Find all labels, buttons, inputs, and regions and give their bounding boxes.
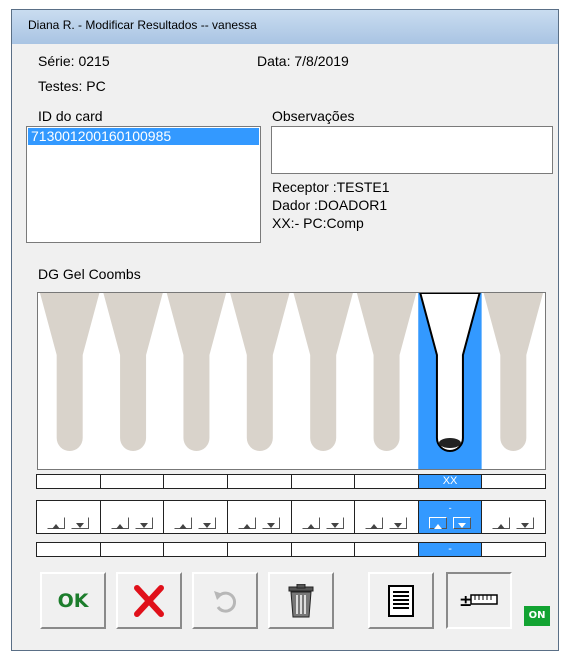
bottom-cell-8[interactable] bbox=[481, 542, 546, 557]
result-cell-6[interactable] bbox=[354, 474, 419, 489]
increase-arrow-icon[interactable] bbox=[428, 517, 447, 529]
xx-result-text: XX:- PC:Comp bbox=[272, 215, 364, 231]
result-cell-5[interactable] bbox=[290, 474, 356, 489]
gel-well-3[interactable] bbox=[166, 293, 227, 451]
bottom-cell-7[interactable]: - bbox=[417, 542, 483, 557]
increase-arrow-icon[interactable] bbox=[365, 517, 384, 529]
card-id-listbox[interactable]: 713001200160100985 bbox=[26, 126, 261, 243]
gel-well-2[interactable] bbox=[103, 293, 163, 451]
result-cell-1[interactable] bbox=[36, 474, 101, 489]
observacoes-label: Observações bbox=[272, 108, 355, 124]
undo-button[interactable] bbox=[192, 572, 258, 629]
card-id-label: ID do card bbox=[38, 108, 103, 124]
bottom-cell-5[interactable] bbox=[290, 542, 356, 557]
decrease-arrow-icon[interactable] bbox=[516, 517, 535, 529]
document-list-icon bbox=[388, 584, 414, 617]
ok-text-icon: OK bbox=[57, 589, 89, 612]
result-cell-row: XX bbox=[36, 474, 546, 489]
card-id-item[interactable]: 713001200160100985 bbox=[28, 128, 259, 145]
gel-well-5[interactable] bbox=[293, 293, 353, 451]
arrow-cell-1 bbox=[36, 500, 101, 534]
gel-card-wells bbox=[37, 292, 546, 470]
gel-card-label: DG Gel Coombs bbox=[38, 266, 141, 282]
red-x-icon bbox=[134, 584, 164, 617]
bottom-cell-4[interactable] bbox=[226, 542, 292, 557]
increase-arrow-icon[interactable] bbox=[301, 517, 320, 529]
undo-icon bbox=[214, 590, 236, 613]
arrow-control-row: - bbox=[36, 500, 546, 534]
data-label: Data: 7/8/2019 bbox=[257, 53, 349, 69]
gel-well-8[interactable] bbox=[483, 293, 543, 451]
decrease-arrow-icon[interactable] bbox=[134, 517, 153, 529]
arrow-cell-6 bbox=[354, 500, 419, 534]
cell-pellet bbox=[438, 438, 461, 448]
result-cell-3[interactable] bbox=[163, 474, 228, 489]
result-cell-8[interactable] bbox=[481, 474, 546, 489]
arrow-cell-3 bbox=[163, 500, 228, 534]
testes-label: Testes: PC bbox=[38, 78, 106, 94]
bottom-cell-3[interactable] bbox=[163, 542, 228, 557]
cancel-button[interactable] bbox=[116, 572, 182, 629]
gel-well-4[interactable] bbox=[230, 293, 290, 451]
report-button[interactable] bbox=[368, 572, 434, 629]
decrease-arrow-icon[interactable] bbox=[325, 517, 344, 529]
title-bar[interactable]: Diana R. - Modificar Resultados -- vanes… bbox=[12, 10, 558, 44]
delete-button[interactable] bbox=[268, 572, 334, 629]
result-cell-7[interactable]: XX bbox=[417, 474, 483, 489]
increase-arrow-icon[interactable] bbox=[492, 517, 511, 529]
increase-arrow-icon[interactable] bbox=[110, 517, 129, 529]
decrease-arrow-icon[interactable] bbox=[261, 517, 280, 529]
bottom-cell-2[interactable] bbox=[99, 542, 165, 557]
arrow-cell-value: - bbox=[448, 503, 452, 513]
arrow-cell-4 bbox=[226, 500, 292, 534]
trash-icon bbox=[288, 583, 314, 617]
gel-well-1[interactable] bbox=[40, 293, 100, 451]
ok-button[interactable]: OK bbox=[40, 572, 106, 629]
on-status-badge: ON bbox=[524, 606, 550, 626]
increase-arrow-icon[interactable] bbox=[237, 517, 256, 529]
gel-wells-graphic bbox=[40, 293, 543, 469]
arrow-cell-7: - bbox=[417, 500, 483, 534]
observacoes-field[interactable] bbox=[271, 126, 553, 174]
arrow-cell-8 bbox=[481, 500, 546, 534]
bottom-cell-1[interactable] bbox=[36, 542, 101, 557]
decrease-arrow-icon[interactable] bbox=[71, 517, 89, 529]
decrease-arrow-icon[interactable] bbox=[389, 517, 408, 529]
arrow-cell-2 bbox=[99, 500, 165, 534]
gel-well-6[interactable] bbox=[356, 293, 417, 451]
plus-minus-ruler-icon: ± bbox=[459, 591, 498, 610]
receptor-text: Receptor :TESTE1 bbox=[272, 179, 390, 195]
decrease-arrow-icon[interactable] bbox=[452, 517, 471, 529]
increase-arrow-icon[interactable] bbox=[47, 517, 65, 529]
dador-text: Dador :DOADOR1 bbox=[272, 197, 388, 213]
arrow-cell-5 bbox=[290, 500, 356, 534]
window-title: Diana R. - Modificar Resultados -- vanes… bbox=[28, 18, 257, 32]
adjust-button[interactable]: ± bbox=[446, 572, 512, 629]
result-cell-4[interactable] bbox=[226, 474, 292, 489]
bottom-cell-row: - bbox=[36, 542, 546, 557]
result-cell-2[interactable] bbox=[99, 474, 165, 489]
bottom-cell-6[interactable] bbox=[354, 542, 419, 557]
increase-arrow-icon[interactable] bbox=[174, 517, 193, 529]
decrease-arrow-icon[interactable] bbox=[198, 517, 217, 529]
serie-label: Série: 0215 bbox=[38, 53, 110, 69]
